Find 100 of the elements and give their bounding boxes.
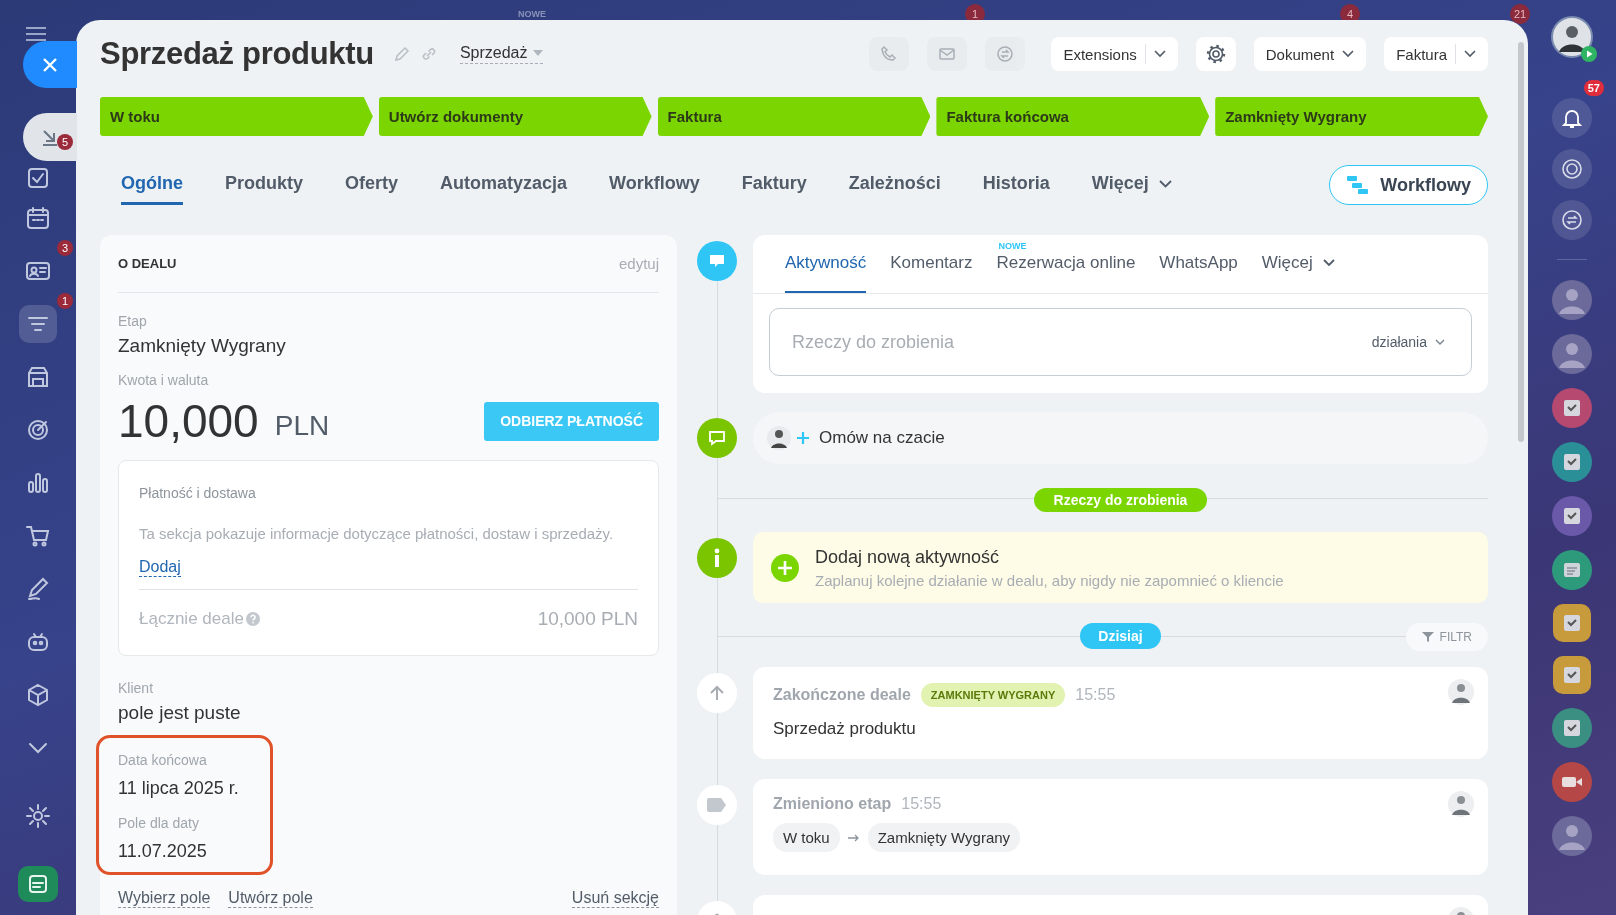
notifications-button[interactable] <box>1552 98 1592 138</box>
tab[interactable]: Produkty <box>225 165 303 205</box>
chat-icon <box>1561 209 1583 231</box>
tab[interactable]: Oferty <box>345 165 399 205</box>
checkbox-icon <box>1562 452 1582 472</box>
avatar-icon[interactable] <box>1552 334 1592 374</box>
stage-step[interactable]: W toku <box>100 97 373 136</box>
chat-item[interactable] <box>1552 708 1592 748</box>
close-icon <box>41 55 59 74</box>
activity-tab[interactable]: Komentarz <box>890 235 973 293</box>
event-time: 15:55 <box>1075 686 1116 704</box>
todo-input[interactable]: Rzeczy do zrobienia działania <box>769 308 1472 376</box>
field-label: Kwota i waluta <box>118 372 210 388</box>
category-dropdown[interactable]: Sprzedaż <box>459 44 543 64</box>
status-tag: ZAMKNIĘTY WYGRANY <box>920 683 1066 707</box>
caret-icon <box>532 50 543 56</box>
discuss-in-chat-button[interactable]: Omów na czacie <box>753 412 1488 464</box>
checkbox-icon <box>1562 506 1582 526</box>
stage-chip: W toku <box>773 823 840 852</box>
chevron-down-icon <box>1322 259 1335 267</box>
close-button[interactable] <box>23 41 77 88</box>
panel-title: Płatność i dostawa <box>139 485 257 501</box>
chevron-down-icon[interactable] <box>1153 50 1166 58</box>
checklist-icon <box>25 165 51 191</box>
field-label: Etap <box>118 313 148 329</box>
checkbox-icon <box>1562 665 1582 685</box>
chevron-down-icon <box>1342 50 1355 58</box>
tab[interactable]: Ogólne <box>121 165 183 205</box>
total-value: 10,000 PLN <box>537 608 638 630</box>
avatar-icon[interactable] <box>1551 16 1593 58</box>
chat-item[interactable] <box>1553 604 1591 642</box>
chat-bubble-icon <box>697 418 737 458</box>
stage-step[interactable]: Faktura końcowa <box>936 97 1210 136</box>
comment-icon <box>697 241 737 281</box>
settings-icon <box>25 802 51 829</box>
currency: PLN <box>274 410 330 442</box>
scrollbar[interactable] <box>1518 42 1524 442</box>
tab[interactable]: Zależności <box>848 165 941 205</box>
chat-item[interactable] <box>1552 550 1592 590</box>
tab[interactable]: Faktury <box>741 165 807 205</box>
filter-icon <box>1421 631 1434 643</box>
chat-item[interactable] <box>1552 442 1592 482</box>
tab[interactable]: Historia <box>982 165 1050 205</box>
nav-item[interactable] <box>19 304 57 343</box>
workflow-button[interactable]: Workflowy <box>1329 165 1488 205</box>
remove-section-link[interactable]: Usuń sekcję <box>571 889 659 908</box>
chevron-down-icon[interactable] <box>1464 50 1476 58</box>
chat-item[interactable] <box>1552 496 1592 536</box>
phone-icon <box>880 45 899 63</box>
split-button[interactable]: Faktura <box>1384 37 1488 71</box>
field-link[interactable]: Wybierz pole <box>118 889 211 908</box>
chat-item[interactable] <box>1552 762 1592 802</box>
event-title: Zmieniono etap <box>773 795 892 813</box>
event-text: Sprzedaż produktu <box>773 719 917 739</box>
tab[interactable]: Workflowy <box>609 165 700 205</box>
nav-item[interactable] <box>18 865 58 902</box>
checkbox-icon <box>1562 398 1582 418</box>
chat-button[interactable] <box>1552 200 1592 240</box>
chat-item[interactable] <box>1552 388 1592 428</box>
activity-tab[interactable]: WhatsApp <box>1159 235 1238 293</box>
counter-badge: 21 <box>1510 4 1530 24</box>
counter-badge: 3 <box>57 240 73 256</box>
activity-tab[interactable]: Aktywność <box>785 235 867 293</box>
chevron-down-icon <box>1435 339 1445 345</box>
stage-chip: Zamknięty Wygrany <box>867 823 1021 852</box>
field-label: Klient <box>118 680 155 696</box>
online-status-icon <box>1581 46 1597 62</box>
minimize-icon <box>40 127 60 147</box>
tab[interactable]: Więcej <box>1091 165 1172 205</box>
add-link[interactable]: Dodaj <box>139 558 181 577</box>
total-label: Łącznie deale <box>139 609 244 629</box>
tab[interactable]: Automatyzacja <box>440 165 568 205</box>
settings-button[interactable] <box>1195 37 1236 71</box>
stage-step[interactable]: Utwórz dokumenty <box>378 97 652 136</box>
avatar-icon <box>1448 791 1474 817</box>
avatar-icon <box>1448 679 1474 705</box>
event-time: 15:55 <box>901 795 942 813</box>
activity-tab[interactable]: NOWE Rezerwacja online <box>996 235 1136 293</box>
stage-step[interactable]: Zamknięty Wygrany <box>1215 97 1488 136</box>
field-link[interactable]: Utwórz pole <box>228 889 313 908</box>
field-value: pole jest puste <box>118 702 242 724</box>
minimize-button[interactable] <box>23 113 77 161</box>
menu-icon[interactable] <box>25 26 47 42</box>
actions-dropdown[interactable]: działania <box>1365 333 1451 351</box>
checkbox-icon <box>1562 613 1582 633</box>
document-dropdown[interactable]: Dokument <box>1253 37 1367 71</box>
add-activity-card[interactable]: Dodaj nową aktywność Zaplanuj kolejne działanie w dealu, aby nigdy nie zapomnieć o kliencie <box>753 532 1488 603</box>
chat-item[interactable] <box>1553 656 1591 694</box>
event-title: Zakończone deale <box>773 686 911 704</box>
envelope-icon <box>938 45 957 63</box>
stage-step[interactable]: Faktura <box>657 97 931 136</box>
arrow-up-icon <box>697 673 737 713</box>
split-button[interactable]: Extensions <box>1051 37 1178 71</box>
arrow-right-icon <box>847 833 860 842</box>
pen-icon <box>25 575 51 602</box>
activity-tab[interactable]: Więcej <box>1261 235 1335 293</box>
field-label: Data końcowa <box>118 752 208 768</box>
settings-icon <box>1205 44 1226 64</box>
deal-title: Sprzedaż produktu <box>100 36 374 72</box>
avatar-icon[interactable] <box>1552 280 1592 320</box>
